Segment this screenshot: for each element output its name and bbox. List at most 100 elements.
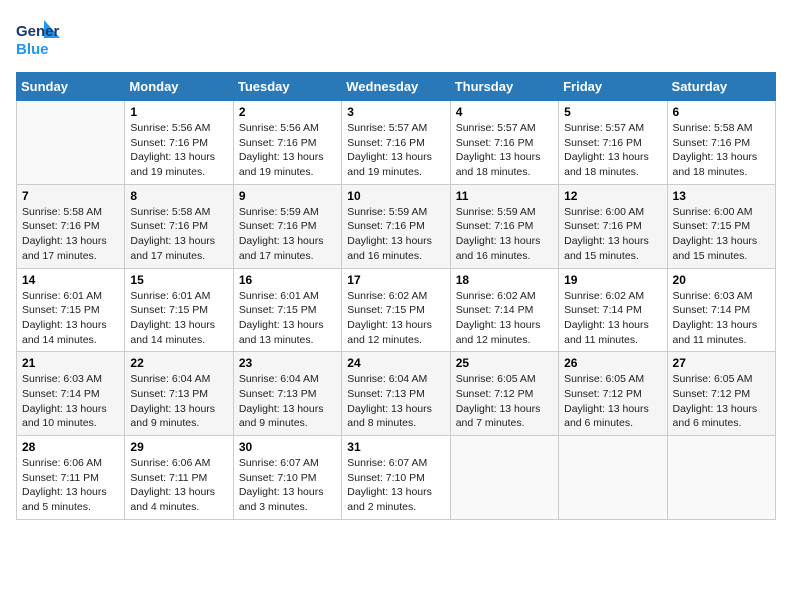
weekday-header-thursday: Thursday [450,73,558,101]
calendar-cell [450,436,558,520]
calendar-cell: 12 Sunrise: 6:00 AM Sunset: 7:16 PM Dayli… [559,184,667,268]
calendar-cell: 10 Sunrise: 5:59 AM Sunset: 7:16 PM Dayli… [342,184,450,268]
day-info: Sunrise: 5:57 AM Sunset: 7:16 PM Dayligh… [564,121,661,180]
weekday-header-friday: Friday [559,73,667,101]
calendar-cell: 7 Sunrise: 5:58 AM Sunset: 7:16 PM Daylig… [17,184,125,268]
logo: GeneralBlue [16,16,60,60]
page-header: GeneralBlue [16,16,776,60]
day-number: 13 [673,189,770,203]
calendar-cell: 27 Sunrise: 6:05 AM Sunset: 7:12 PM Dayli… [667,352,775,436]
day-info: Sunrise: 6:03 AM Sunset: 7:14 PM Dayligh… [673,289,770,348]
day-number: 24 [347,356,444,370]
calendar-cell: 26Sunrise: 6:05 AM Sunset: 7:12 PM Dayli… [559,352,667,436]
day-number: 31 [347,440,444,454]
day-info: Sunrise: 5:56 AM Sunset: 7:16 PM Dayligh… [239,121,336,180]
day-number: 28 [22,440,119,454]
day-info: Sunrise: 6:02 AM Sunset: 7:15 PM Dayligh… [347,289,444,348]
day-info: Sunrise: 6:01 AM Sunset: 7:15 PM Dayligh… [130,289,227,348]
calendar-cell: 22 Sunrise: 6:04 AM Sunset: 7:13 PM Dayli… [125,352,233,436]
calendar-cell: 23Sunrise: 6:04 AM Sunset: 7:13 PM Dayli… [233,352,341,436]
day-number: 26 [564,356,661,370]
day-number: 11 [456,189,553,203]
day-info: Sunrise: 5:56 AM Sunset: 7:16 PM Dayligh… [130,121,227,180]
day-info: Sunrise: 6:05 AM Sunset: 7:12 PM Dayligh… [673,372,770,431]
calendar-cell: 13 Sunrise: 6:00 AM Sunset: 7:15 PM Dayli… [667,184,775,268]
day-number: 8 [130,189,227,203]
day-number: 21 [22,356,119,370]
calendar-week-row: 14 Sunrise: 6:01 AM Sunset: 7:15 PM Dayli… [17,268,776,352]
calendar-cell: 4Sunrise: 5:57 AM Sunset: 7:16 PM Daylig… [450,101,558,185]
day-info: Sunrise: 6:07 AM Sunset: 7:10 PM Dayligh… [239,456,336,515]
day-info: Sunrise: 5:58 AM Sunset: 7:16 PM Dayligh… [130,205,227,264]
day-number: 23 [239,356,336,370]
day-info: Sunrise: 5:57 AM Sunset: 7:16 PM Dayligh… [347,121,444,180]
calendar-cell [17,101,125,185]
day-number: 27 [673,356,770,370]
day-number: 9 [239,189,336,203]
calendar-cell: 14Sunrise: 6:01 AM Sunset: 7:15 PM Dayli… [17,268,125,352]
calendar-cell: 1 Sunrise: 5:56 AM Sunset: 7:16 PM Daylig… [125,101,233,185]
calendar-cell: 6 Sunrise: 5:58 AM Sunset: 7:16 PM Daylig… [667,101,775,185]
day-info: Sunrise: 6:07 AM Sunset: 7:10 PM Dayligh… [347,456,444,515]
day-number: 6 [673,105,770,119]
weekday-header-saturday: Saturday [667,73,775,101]
day-info: Sunrise: 5:59 AM Sunset: 7:16 PM Dayligh… [347,205,444,264]
calendar-cell: 24 Sunrise: 6:04 AM Sunset: 7:13 PM Dayli… [342,352,450,436]
calendar-week-row: 21 Sunrise: 6:03 AM Sunset: 7:14 PM Dayli… [17,352,776,436]
day-info: Sunrise: 5:59 AM Sunset: 7:16 PM Dayligh… [239,205,336,264]
day-number: 14 [22,273,119,287]
day-number: 25 [456,356,553,370]
weekday-header-monday: Monday [125,73,233,101]
day-info: Sunrise: 6:06 AM Sunset: 7:11 PM Dayligh… [130,456,227,515]
day-number: 12 [564,189,661,203]
day-number: 30 [239,440,336,454]
day-info: Sunrise: 5:58 AM Sunset: 7:16 PM Dayligh… [673,121,770,180]
calendar-cell: 17 Sunrise: 6:02 AM Sunset: 7:15 PM Dayli… [342,268,450,352]
day-number: 3 [347,105,444,119]
day-number: 2 [239,105,336,119]
calendar-cell [667,436,775,520]
calendar-cell: 19 Sunrise: 6:02 AM Sunset: 7:14 PM Dayli… [559,268,667,352]
day-number: 16 [239,273,336,287]
day-number: 17 [347,273,444,287]
day-info: Sunrise: 6:00 AM Sunset: 7:15 PM Dayligh… [673,205,770,264]
calendar-cell: 25 Sunrise: 6:05 AM Sunset: 7:12 PM Dayli… [450,352,558,436]
day-info: Sunrise: 6:00 AM Sunset: 7:16 PM Dayligh… [564,205,661,264]
calendar-cell: 5 Sunrise: 5:57 AM Sunset: 7:16 PM Daylig… [559,101,667,185]
calendar-cell [559,436,667,520]
day-info: Sunrise: 6:02 AM Sunset: 7:14 PM Dayligh… [564,289,661,348]
day-info: Sunrise: 6:04 AM Sunset: 7:13 PM Dayligh… [347,372,444,431]
day-number: 22 [130,356,227,370]
calendar-cell: 3 Sunrise: 5:57 AM Sunset: 7:16 PM Daylig… [342,101,450,185]
day-number: 29 [130,440,227,454]
weekday-header-sunday: Sunday [17,73,125,101]
day-number: 20 [673,273,770,287]
calendar-cell: 15Sunrise: 6:01 AM Sunset: 7:15 PM Dayli… [125,268,233,352]
calendar-cell: 18 Sunrise: 6:02 AM Sunset: 7:14 PM Dayli… [450,268,558,352]
calendar-cell: 2 Sunrise: 5:56 AM Sunset: 7:16 PM Daylig… [233,101,341,185]
calendar-week-row: 7 Sunrise: 5:58 AM Sunset: 7:16 PM Daylig… [17,184,776,268]
day-info: Sunrise: 5:58 AM Sunset: 7:16 PM Dayligh… [22,205,119,264]
day-info: Sunrise: 6:05 AM Sunset: 7:12 PM Dayligh… [456,372,553,431]
day-number: 7 [22,189,119,203]
day-number: 19 [564,273,661,287]
calendar-week-row: 28 Sunrise: 6:06 AM Sunset: 7:11 PM Dayli… [17,436,776,520]
day-info: Sunrise: 6:02 AM Sunset: 7:14 PM Dayligh… [456,289,553,348]
day-info: Sunrise: 6:04 AM Sunset: 7:13 PM Dayligh… [130,372,227,431]
day-number: 18 [456,273,553,287]
calendar-cell: 29 Sunrise: 6:06 AM Sunset: 7:11 PM Dayli… [125,436,233,520]
svg-text:General: General [16,23,60,40]
calendar-cell: 11 Sunrise: 5:59 AM Sunset: 7:16 PM Dayli… [450,184,558,268]
day-info: Sunrise: 6:01 AM Sunset: 7:15 PM Dayligh… [239,289,336,348]
day-info: Sunrise: 6:03 AM Sunset: 7:14 PM Dayligh… [22,372,119,431]
day-info: Sunrise: 6:06 AM Sunset: 7:11 PM Dayligh… [22,456,119,515]
day-number: 5 [564,105,661,119]
day-number: 1 [130,105,227,119]
day-info: Sunrise: 5:57 AM Sunset: 7:16 PM Dayligh… [456,121,553,180]
calendar-cell: 16 Sunrise: 6:01 AM Sunset: 7:15 PM Dayli… [233,268,341,352]
weekday-header-wednesday: Wednesday [342,73,450,101]
weekday-header-row: SundayMondayTuesdayWednesdayThursdayFrid… [17,73,776,101]
day-number: 10 [347,189,444,203]
calendar-cell: 31 Sunrise: 6:07 AM Sunset: 7:10 PM Dayli… [342,436,450,520]
day-info: Sunrise: 5:59 AM Sunset: 7:16 PM Dayligh… [456,205,553,264]
